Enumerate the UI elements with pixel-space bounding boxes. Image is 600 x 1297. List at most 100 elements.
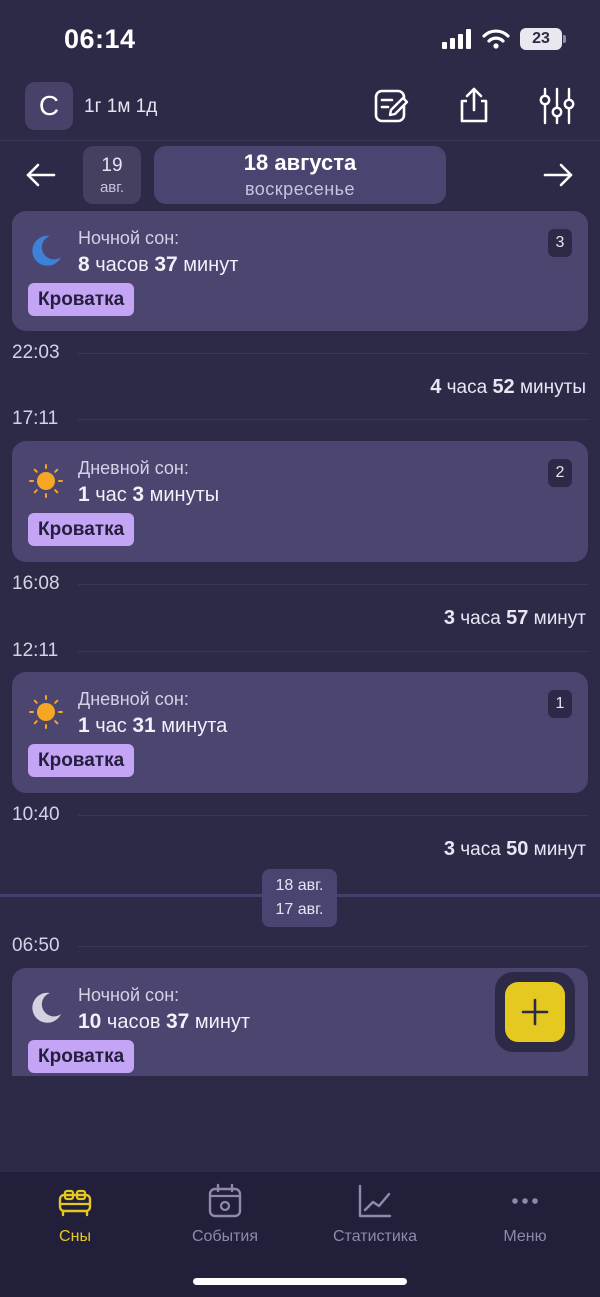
home-indicator: [193, 1278, 407, 1285]
arrow-right-icon[interactable]: [541, 158, 575, 192]
sleep-index-badge: 1: [548, 690, 572, 718]
calendar-icon: [208, 1183, 242, 1218]
duration-minutes: 3: [132, 483, 145, 506]
duration-hours-unit: часов: [106, 1011, 161, 1033]
tab-label: Статистика: [332, 1228, 418, 1245]
share-icon[interactable]: [454, 86, 494, 126]
plus-icon: [521, 998, 549, 1026]
location-tag: Кроватка: [28, 283, 135, 316]
sleep-card[interactable]: Ночной сон: 8 часов 37 минут Кроватка 3: [12, 211, 588, 331]
tab-label: Сны: [59, 1228, 91, 1245]
tab-statistics[interactable]: Статистика: [300, 1182, 450, 1246]
gap-hours-unit: часа: [460, 839, 501, 860]
time-label: 10:40: [12, 804, 60, 825]
duration-hours: 1: [78, 714, 90, 737]
sleep-duration: 1 час 3 минуты: [78, 483, 219, 507]
duration-minutes: 31: [132, 714, 156, 737]
moon-icon: [32, 992, 61, 1023]
gap-minutes-unit: минут: [533, 608, 586, 629]
moon-icon: [32, 235, 61, 266]
cellular-signal-icon: [442, 29, 471, 49]
gap-minutes-unit: минуты: [519, 377, 586, 398]
wifi-icon: [482, 29, 510, 49]
time-divider: [78, 815, 588, 816]
location-tag: Кроватка: [28, 1040, 135, 1073]
duration-minutes-unit: минуты: [149, 484, 220, 506]
battery-level: 23: [532, 30, 550, 47]
sleep-duration: 8 часов 37 минут: [78, 253, 238, 277]
sleep-card[interactable]: Дневной сон: 1 час 31 минута Кроватка 1: [12, 672, 588, 793]
sun-icon: [29, 695, 63, 729]
status-icons: 23: [442, 28, 566, 50]
line-chart-icon: [358, 1184, 392, 1218]
time-divider: [78, 651, 588, 652]
sleep-type: Ночной сон:: [78, 985, 180, 1005]
current-weekday: воскресенье: [244, 179, 356, 199]
time-divider: [78, 584, 588, 585]
gap-hours: 3: [443, 607, 455, 629]
status-time: 06:14: [64, 24, 136, 54]
location-tag: Кроватка: [28, 744, 135, 777]
tab-sleep[interactable]: Сны: [0, 1182, 150, 1246]
sleep-type: Ночной сон:: [78, 228, 180, 248]
previous-date-chip[interactable]: 19 авг.: [83, 146, 141, 204]
gap-minutes: 57: [506, 607, 529, 629]
sleep-duration: 1 час 31 минута: [78, 714, 227, 738]
sleep-type: Дневной сон:: [78, 689, 189, 709]
time-divider: [78, 946, 588, 947]
gap-hours-unit: часа: [446, 377, 488, 398]
day-separator-chip: 18 авг. 17 авг.: [262, 869, 337, 927]
time-label: 16:08: [12, 573, 60, 594]
duration-hours: 10: [78, 1010, 102, 1033]
sleep-index-badge: 3: [548, 229, 572, 257]
previous-date-day: 19: [101, 154, 123, 176]
more-dots-icon: [512, 1198, 538, 1204]
duration-minutes-unit: минута: [161, 715, 228, 737]
arrow-left-icon[interactable]: [24, 158, 58, 192]
duration-minutes: 37: [166, 1010, 190, 1033]
awake-gap: 3 часа 57 минут: [444, 607, 586, 630]
day-separator-lower: 17 авг.: [275, 901, 324, 918]
battery-icon: 23: [520, 28, 566, 50]
duration-hours: 8: [78, 253, 90, 276]
time-label: 17:11: [12, 408, 59, 429]
sleep-type: Дневной сон:: [78, 458, 189, 478]
sleep-duration: 10 часов 37 минут: [78, 1010, 250, 1034]
tab-label: Меню: [503, 1228, 547, 1245]
child-age: 1г 1м 1д: [84, 96, 158, 117]
time-label: 12:11: [12, 640, 59, 661]
current-date: 18 августа: [243, 150, 357, 175]
duration-minutes-unit: минут: [183, 254, 239, 276]
sleep-card[interactable]: Дневной сон: 1 час 3 минуты Кроватка 2: [12, 441, 588, 562]
gap-hours: 4: [430, 376, 442, 398]
duration-hours: 1: [78, 483, 90, 506]
avatar-letter: С: [38, 90, 60, 121]
tab-label: События: [191, 1228, 259, 1245]
location-tag: Кроватка: [28, 513, 135, 546]
sleep-index-badge: 2: [548, 459, 572, 487]
list-bottom-mask: [0, 1076, 600, 1172]
sun-icon: [29, 464, 63, 498]
duration-hours-unit: час: [95, 715, 127, 737]
time-label: 06:50: [12, 935, 60, 956]
previous-date-month: авг.: [99, 178, 125, 196]
duration-hours-unit: часов: [95, 254, 149, 276]
edit-note-icon[interactable]: [372, 86, 412, 126]
bed-icon: [58, 1189, 92, 1217]
time-divider: [78, 419, 588, 420]
time-divider: [78, 353, 588, 354]
header-divider: [0, 140, 600, 141]
tab-menu[interactable]: Меню: [450, 1182, 600, 1246]
gap-minutes-unit: минут: [533, 839, 586, 860]
duration-minutes-unit: минут: [194, 1011, 251, 1033]
child-avatar[interactable]: С: [25, 82, 73, 130]
gap-minutes: 50: [506, 838, 529, 860]
gap-hours: 3: [443, 838, 455, 860]
tab-events[interactable]: События: [150, 1182, 300, 1246]
gap-minutes: 52: [492, 376, 515, 398]
duration-hours-unit: час: [95, 484, 127, 506]
current-date-chip[interactable]: 18 августа воскресенье: [154, 146, 446, 204]
add-sleep-button[interactable]: [505, 982, 565, 1042]
filter-settings-icon[interactable]: [537, 86, 577, 126]
duration-minutes: 37: [154, 253, 178, 276]
